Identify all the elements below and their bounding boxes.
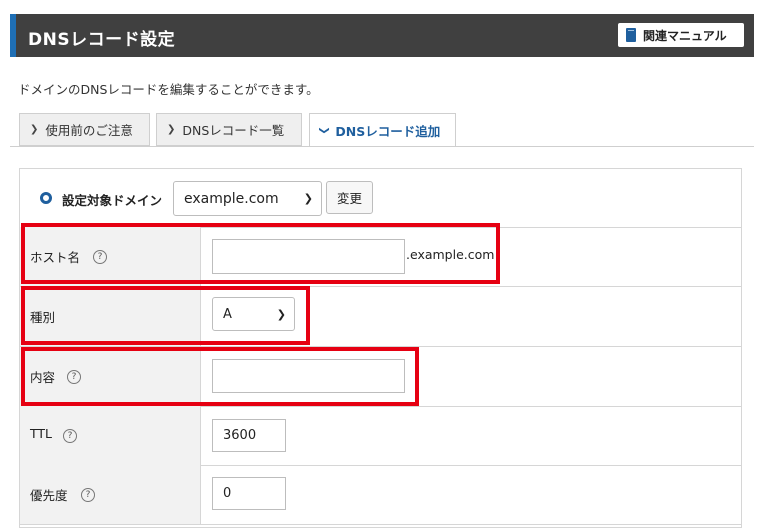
tab-dns-record-list[interactable]: ❯ DNSレコード一覧 <box>156 113 302 146</box>
chevron-right-icon: ❯ <box>167 124 176 135</box>
ttl-label-cell: TTL ? <box>20 406 201 465</box>
priority-row: 優先度 ? 0 <box>20 465 741 525</box>
help-icon[interactable]: ? <box>63 429 77 443</box>
priority-label-cell: 優先度 ? <box>20 465 201 524</box>
tab-label: DNSレコード追加 <box>335 124 441 139</box>
tab-label: DNSレコード一覧 <box>182 123 285 138</box>
domain-select-value: example.com <box>184 190 279 207</box>
highlight-content <box>21 347 419 406</box>
domain-row: 設定対象ドメイン example.com ❯ 変更 <box>20 169 741 228</box>
priority-input[interactable]: 0 <box>212 477 286 510</box>
book-icon <box>626 28 636 42</box>
radio-selected-icon[interactable] <box>40 192 52 204</box>
chevron-down-icon: ❯ <box>318 126 330 135</box>
page-title: DNSレコード設定 <box>28 30 176 50</box>
ttl-label: TTL <box>30 426 53 441</box>
tab-dns-record-add[interactable]: ❯ DNSレコード追加 <box>309 113 456 147</box>
page-header: DNSレコード設定 関連マニュアル <box>10 14 754 57</box>
priority-label: 優先度 <box>30 488 68 503</box>
related-manual-label: 関連マニュアル <box>643 28 727 43</box>
highlight-type <box>21 286 310 345</box>
related-manual-button[interactable]: 関連マニュアル <box>618 23 744 47</box>
ttl-row: TTL ? 3600 <box>20 406 741 466</box>
ttl-input[interactable]: 3600 <box>212 419 286 452</box>
highlight-host <box>21 223 500 284</box>
domain-select[interactable]: example.com ❯ <box>173 181 322 216</box>
help-icon[interactable]: ? <box>81 488 95 502</box>
page-description: ドメインのDNSレコードを編集することができます。 <box>18 82 319 97</box>
tab-label: 使用前のご注意 <box>45 123 133 138</box>
domain-label: 設定対象ドメイン <box>62 193 163 208</box>
chevron-right-icon: ❯ <box>30 124 39 135</box>
chevron-down-icon: ❯ <box>303 192 313 205</box>
tab-divider <box>10 146 754 147</box>
change-domain-button[interactable]: 変更 <box>326 181 373 214</box>
tab-precautions[interactable]: ❯ 使用前のご注意 <box>19 113 150 146</box>
